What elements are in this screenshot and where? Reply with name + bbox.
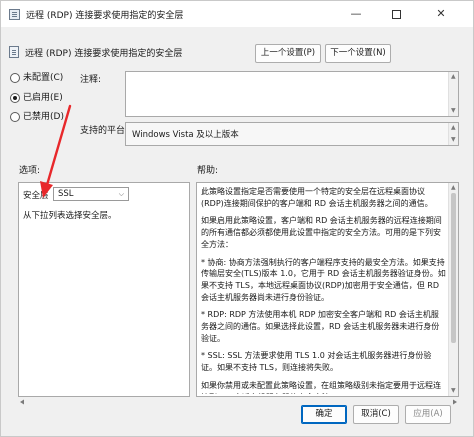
help-label: 帮助: xyxy=(197,166,219,176)
help-paragraph: * RDP: RDP 方法使用本机 RDP 加密安全客户端和 RD 会话主机服务… xyxy=(201,310,440,343)
scroll-up-icon[interactable]: ▲ xyxy=(451,74,456,80)
radio-not-configured[interactable]: 未配置(C) xyxy=(10,72,63,84)
help-panel: 此策略设置指定是否需要使用一个特定的安全层在远程桌面协议(RDP)连接期间保护的… xyxy=(196,182,459,397)
security-layer-label: 安全层 xyxy=(23,191,49,201)
next-setting-button[interactable]: 下一个设置(N) xyxy=(325,44,391,63)
maximize-button[interactable] xyxy=(381,5,411,23)
scroll-right-icon[interactable] xyxy=(453,399,457,405)
radio-enabled-label: 已启用(E) xyxy=(23,93,63,103)
policy-name: 远程 (RDP) 连接要求使用指定的安全层 xyxy=(25,49,183,59)
chevron-down-icon: ⌵ xyxy=(118,190,124,198)
radio-disabled-label: 已禁用(D) xyxy=(23,112,64,122)
close-button[interactable]: ✕ xyxy=(426,5,456,23)
supported-on-scrollbar[interactable]: ▲ ▼ xyxy=(448,123,458,145)
supported-on-value: Windows Vista 及以上版本 xyxy=(132,130,239,140)
options-label: 选项: xyxy=(19,166,41,176)
security-layer-select[interactable]: SSL ⌵ xyxy=(53,187,129,201)
radio-disabled-indicator[interactable] xyxy=(10,111,20,122)
comment-label: 注释: xyxy=(80,75,102,85)
cancel-button[interactable]: 取消(C) xyxy=(353,405,399,424)
help-paragraph: 此策略设置指定是否需要使用一个特定的安全层在远程桌面协议(RDP)连接期间保护的… xyxy=(201,187,433,208)
policy-dialog: 远程 (RDP) 连接要求使用指定的安全层 — ✕ 远程 (RDP) 连接要求使… xyxy=(0,0,474,437)
window-title: 远程 (RDP) 连接要求使用指定的安全层 xyxy=(26,11,184,21)
ok-button[interactable]: 确定 xyxy=(301,405,347,424)
comment-scrollbar[interactable]: ▲ ▼ xyxy=(448,72,458,116)
radio-disabled[interactable]: 已禁用(D) xyxy=(10,111,64,123)
policy-setting-icon xyxy=(9,9,20,20)
scroll-down-icon[interactable]: ▼ xyxy=(451,137,456,143)
security-layer-value: SSL xyxy=(58,189,74,199)
radio-enabled-indicator[interactable] xyxy=(10,92,20,103)
scroll-left-icon[interactable] xyxy=(20,399,24,405)
help-paragraph: 如果你禁用或未配置此策略设置，在组策略级别未指定要用于远程连接到 RD 会话主机… xyxy=(201,380,441,394)
scroll-up-icon[interactable]: ▲ xyxy=(451,185,456,191)
security-layer-description: 从下拉列表选择安全层。 xyxy=(23,211,117,221)
help-text: 此策略设置指定是否需要使用一个特定的安全层在远程桌面协议(RDP)连接期间保护的… xyxy=(201,186,446,394)
help-paragraph: * SSL: SSL 方法要求使用 TLS 1.0 对会话主机服务器进行身份验证… xyxy=(201,351,432,373)
scroll-down-icon[interactable]: ▼ xyxy=(451,108,456,114)
scroll-up-icon[interactable]: ▲ xyxy=(451,125,456,131)
help-scrollbar[interactable]: ▲ ▼ xyxy=(448,183,458,396)
help-paragraph: * 协商: 协商方法强制执行的客户端程序支持的最安全方法。如果支持传输层安全(T… xyxy=(201,257,446,302)
radio-enabled[interactable]: 已启用(E) xyxy=(10,92,63,104)
previous-setting-button[interactable]: 上一个设置(P) xyxy=(255,44,321,63)
supported-on-field: Windows Vista 及以上版本 ▲ ▼ xyxy=(125,122,459,146)
title-bar: 远程 (RDP) 连接要求使用指定的安全层 — ✕ xyxy=(1,1,473,27)
scroll-down-icon[interactable]: ▼ xyxy=(451,388,456,394)
comment-input[interactable]: ▲ ▼ xyxy=(125,71,459,117)
supported-on-label: 支持的平台: xyxy=(80,126,129,136)
radio-not-configured-indicator[interactable] xyxy=(10,72,20,83)
help-paragraph: 如果启用此策略设置，客户端和 RD 会话主机服务器的远程连接期间的所有通信都必须… xyxy=(201,216,442,249)
help-scrollbar-thumb[interactable] xyxy=(451,193,456,343)
radio-not-configured-label: 未配置(C) xyxy=(23,73,64,83)
maximize-icon xyxy=(391,9,401,19)
options-panel: 安全层 SSL ⌵ 从下拉列表选择安全层。 xyxy=(18,182,190,397)
policy-setting-icon xyxy=(9,46,19,58)
minimize-button[interactable]: — xyxy=(341,5,371,23)
apply-button[interactable]: 应用(A) xyxy=(405,405,451,424)
